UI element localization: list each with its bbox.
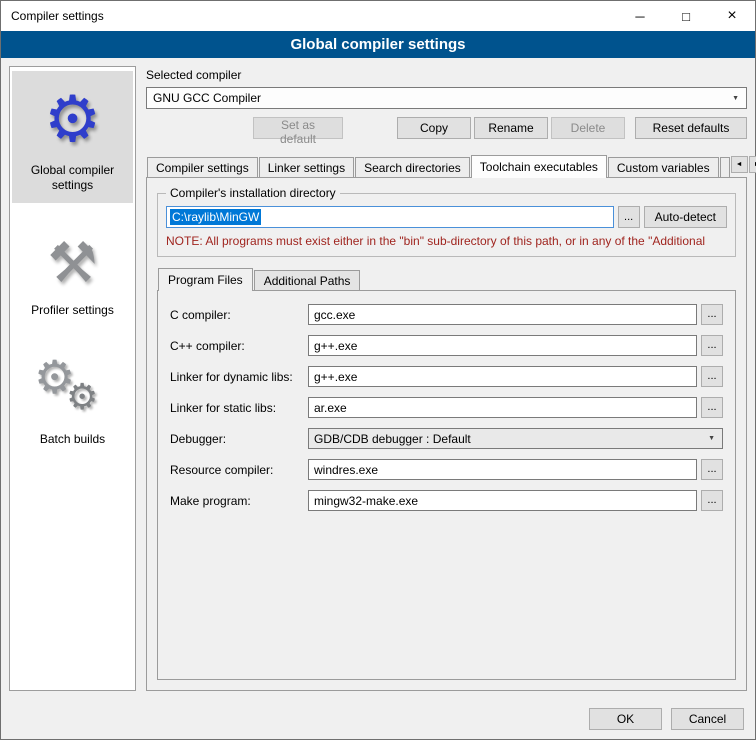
maximize-icon: □ bbox=[682, 9, 690, 24]
linker-static-browse-button[interactable]: ... bbox=[701, 397, 723, 418]
subtab-program-files[interactable]: Program Files bbox=[158, 268, 253, 291]
tab-scroll-right-button[interactable]: ► bbox=[749, 156, 756, 173]
ok-button[interactable]: OK bbox=[589, 708, 662, 730]
delete-button: Delete bbox=[551, 117, 625, 139]
copy-button[interactable]: Copy bbox=[397, 117, 471, 139]
dialog-body: ⚙ Global compiler settings ⚒ Profiler se… bbox=[1, 58, 755, 699]
minimize-button[interactable]: ─ bbox=[617, 1, 663, 31]
maximize-button[interactable]: □ bbox=[663, 1, 709, 31]
title-bar: Compiler settings ─ □ × bbox=[1, 1, 755, 31]
tab-scroll-buttons: ◄ ► bbox=[731, 156, 756, 173]
compiler-actions: Set as default Copy Rename Delete Reset … bbox=[146, 117, 747, 139]
installation-directory-value: C:\raylib\MinGW bbox=[170, 209, 261, 225]
sidebar-item-batch-builds[interactable]: ⚙ ⚙ Batch builds bbox=[12, 344, 133, 457]
cancel-button[interactable]: Cancel bbox=[671, 708, 744, 730]
close-icon: × bbox=[727, 7, 736, 25]
debugger-label: Debugger: bbox=[170, 432, 308, 446]
linker-static-input[interactable]: ar.exe bbox=[308, 397, 697, 418]
reset-defaults-button[interactable]: Reset defaults bbox=[635, 117, 747, 139]
cpp-compiler-label: C++ compiler: bbox=[170, 339, 308, 353]
compiler-settings-window: Compiler settings ─ □ × Global compiler … bbox=[0, 0, 756, 740]
tab-toolchain-executables[interactable]: Toolchain executables bbox=[471, 155, 607, 178]
toolchain-executables-panel: Compiler's installation directory C:\ray… bbox=[146, 177, 747, 691]
sidebar-item-label: Global compiler settings bbox=[14, 163, 131, 193]
resource-compiler-browse-button[interactable]: ... bbox=[701, 459, 723, 480]
field-row: C compiler: gcc.exe ... bbox=[170, 304, 723, 325]
installation-directory-legend: Compiler's installation directory bbox=[166, 186, 340, 200]
sidebar-item-profiler-settings[interactable]: ⚒ Profiler settings bbox=[12, 219, 133, 328]
field-row: Linker for static libs: ar.exe ... bbox=[170, 397, 723, 418]
field-row: Make program: mingw32-make.exe ... bbox=[170, 490, 723, 511]
linker-dynamic-browse-button[interactable]: ... bbox=[701, 366, 723, 387]
directory-note: NOTE: All programs must exist either in … bbox=[166, 234, 727, 248]
sidebar-item-global-compiler-settings[interactable]: ⚙ Global compiler settings bbox=[12, 71, 133, 203]
window-title: Compiler settings bbox=[1, 9, 104, 23]
tab-linker-settings[interactable]: Linker settings bbox=[259, 157, 354, 177]
hammer-icon: ⚒ bbox=[14, 227, 131, 299]
window-controls: ─ □ × bbox=[617, 1, 755, 31]
resource-compiler-label: Resource compiler: bbox=[170, 463, 308, 477]
field-row: Debugger: GDB/CDB debugger : Default ▼ bbox=[170, 428, 723, 449]
minimize-icon: ─ bbox=[635, 9, 644, 24]
set-as-default-button: Set as default bbox=[253, 117, 343, 139]
subtab-additional-paths[interactable]: Additional Paths bbox=[254, 270, 361, 290]
scroll-left-icon: ◄ bbox=[736, 161, 743, 168]
settings-category-list: ⚙ Global compiler settings ⚒ Profiler se… bbox=[9, 66, 136, 691]
tab-compiler-settings[interactable]: Compiler settings bbox=[147, 157, 258, 177]
tab-scroll-left-button[interactable]: ◄ bbox=[731, 156, 748, 173]
main-content: Selected compiler GNU GCC Compiler ▼ Set… bbox=[146, 66, 747, 691]
tab-search-directories[interactable]: Search directories bbox=[355, 157, 470, 177]
installation-directory-row: C:\raylib\MinGW ... Auto-detect bbox=[166, 206, 727, 228]
sidebar-item-label: Profiler settings bbox=[14, 303, 131, 318]
installation-directory-input[interactable]: C:\raylib\MinGW bbox=[166, 206, 614, 228]
directory-browse-button[interactable]: ... bbox=[618, 206, 640, 228]
selected-compiler-dropdown[interactable]: GNU GCC Compiler ▼ bbox=[146, 87, 747, 109]
cpp-compiler-input[interactable]: g++.exe bbox=[308, 335, 697, 356]
selected-compiler-value: GNU GCC Compiler bbox=[153, 91, 732, 105]
c-compiler-browse-button[interactable]: ... bbox=[701, 304, 723, 325]
make-program-input[interactable]: mingw32-make.exe bbox=[308, 490, 697, 511]
program-files-panel: C compiler: gcc.exe ... C++ compiler: g+… bbox=[157, 290, 736, 680]
gear-icon: ⚙ bbox=[14, 79, 131, 159]
chevron-down-icon: ▼ bbox=[708, 435, 715, 442]
linker-dynamic-input[interactable]: g++.exe bbox=[308, 366, 697, 387]
settings-tab-bar: Compiler settings Linker settings Search… bbox=[146, 154, 747, 177]
resource-compiler-input[interactable]: windres.exe bbox=[308, 459, 697, 480]
field-row: Resource compiler: windres.exe ... bbox=[170, 459, 723, 480]
gears-icon: ⚙ ⚙ bbox=[14, 352, 131, 428]
installation-directory-group: Compiler's installation directory C:\ray… bbox=[157, 186, 736, 257]
dialog-footer: OK Cancel bbox=[1, 699, 755, 739]
dialog-header: Global compiler settings bbox=[1, 31, 755, 58]
linker-static-label: Linker for static libs: bbox=[170, 401, 308, 415]
field-row: C++ compiler: g++.exe ... bbox=[170, 335, 723, 356]
rename-button[interactable]: Rename bbox=[474, 117, 548, 139]
field-row: Linker for dynamic libs: g++.exe ... bbox=[170, 366, 723, 387]
make-program-browse-button[interactable]: ... bbox=[701, 490, 723, 511]
tab-custom-variables[interactable]: Custom variables bbox=[608, 157, 719, 177]
auto-detect-button[interactable]: Auto-detect bbox=[644, 206, 727, 228]
make-program-label: Make program: bbox=[170, 494, 308, 508]
chevron-down-icon: ▼ bbox=[732, 95, 739, 102]
c-compiler-input[interactable]: gcc.exe bbox=[308, 304, 697, 325]
executables-subtab-bar: Program Files Additional Paths bbox=[157, 267, 736, 290]
selected-compiler-label: Selected compiler bbox=[146, 68, 747, 82]
close-button[interactable]: × bbox=[709, 1, 755, 31]
c-compiler-label: C compiler: bbox=[170, 308, 308, 322]
linker-dynamic-label: Linker for dynamic libs: bbox=[170, 370, 308, 384]
debugger-select[interactable]: GDB/CDB debugger : Default ▼ bbox=[308, 428, 723, 449]
tab-build-truncated[interactable]: Buil bbox=[720, 157, 730, 177]
sidebar-item-label: Batch builds bbox=[14, 432, 131, 447]
cpp-compiler-browse-button[interactable]: ... bbox=[701, 335, 723, 356]
